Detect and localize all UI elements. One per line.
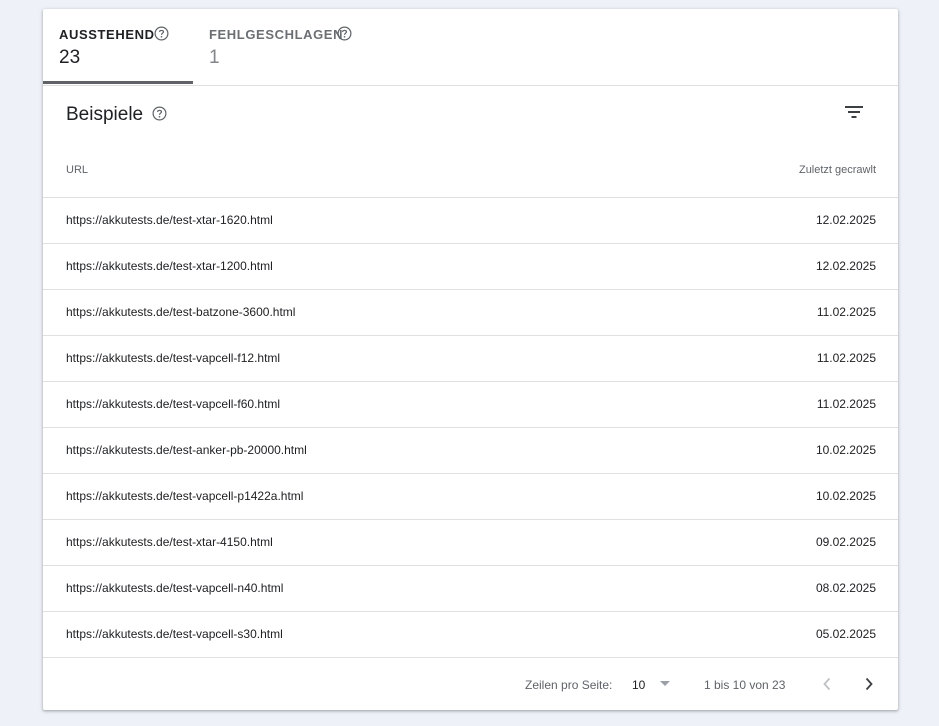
row-url: https://akkutests.de/test-batzone-3600.h… [66,305,296,319]
filter-button[interactable] [839,97,869,127]
row-date: 11.02.2025 [816,305,876,319]
table-row[interactable]: https://akkutests.de/test-vapcell-p1422a… [43,474,898,520]
row-date: 12.02.2025 [815,259,876,273]
table-row[interactable]: https://akkutests.de/test-batzone-3600.h… [43,290,898,336]
row-url: https://akkutests.de/test-vapcell-s30.ht… [66,627,283,641]
row-url: https://akkutests.de/test-xtar-1200.html [66,259,273,273]
report-card: AUSSTEHEND 23 FEHLGESCHLAGEN 1 Beispiele [43,9,898,710]
pagination: Zeilen pro Seite: 10 1 bis 10 von 23 [43,659,898,710]
row-date: 11.02.2025 [816,351,876,365]
tab-label: AUSSTEHEND [59,27,155,42]
rows-per-page-select[interactable]: 10 [627,671,673,697]
row-url: https://akkutests.de/test-xtar-1620.html [66,213,273,227]
chevron-right-icon [865,677,873,691]
row-date: 09.02.2025 [815,535,876,549]
table-row[interactable]: https://akkutests.de/test-anker-pb-20000… [43,428,898,474]
table-row[interactable]: https://akkutests.de/test-xtar-1200.html… [43,244,898,290]
row-date: 11.02.2025 [816,397,876,411]
row-url: https://akkutests.de/test-vapcell-f60.ht… [66,397,281,411]
next-page-button[interactable] [856,671,882,697]
help-icon[interactable] [337,26,352,41]
table-row[interactable]: https://akkutests.de/test-vapcell-f60.ht… [43,382,898,428]
tab-fehlgeschlagen[interactable]: FEHLGESCHLAGEN 1 [193,9,373,85]
status-tabs: AUSSTEHEND 23 FEHLGESCHLAGEN 1 [43,9,898,86]
row-url: https://akkutests.de/test-vapcell-f12.ht… [66,351,281,365]
tab-count: 23 [59,47,81,68]
table-row[interactable]: https://akkutests.de/test-xtar-4150.html… [43,520,898,566]
row-url: https://akkutests.de/test-vapcell-n40.ht… [66,581,284,595]
column-header-last-crawled[interactable]: Zuletzt gecrawlt [799,164,876,176]
page-range-text: 1 bis 10 von 23 [704,678,786,692]
row-url: https://akkutests.de/test-vapcell-p1422a… [66,489,304,503]
previous-page-button[interactable] [814,671,840,697]
section-title: Beispiele [66,104,144,125]
chevron-left-icon [823,677,831,691]
filter-icon [845,106,863,118]
table-row[interactable]: https://akkutests.de/test-xtar-1620.html… [43,198,898,244]
row-date: 10.02.2025 [815,443,876,457]
table-row[interactable]: https://akkutests.de/test-vapcell-n40.ht… [43,566,898,612]
active-tab-indicator [43,81,193,84]
row-date: 05.02.2025 [815,627,876,641]
row-date: 08.02.2025 [815,581,876,595]
table-body: https://akkutests.de/test-xtar-1620.html… [43,197,898,658]
rows-per-page-label: Zeilen pro Seite: [525,678,613,692]
row-date: 10.02.2025 [815,489,876,503]
row-url: https://akkutests.de/test-anker-pb-20000… [66,443,307,457]
row-date: 12.02.2025 [815,213,876,227]
help-icon[interactable] [152,106,167,121]
table-row[interactable]: https://akkutests.de/test-vapcell-f12.ht… [43,336,898,382]
tab-ausstehend[interactable]: AUSSTEHEND 23 [43,9,193,85]
row-url: https://akkutests.de/test-xtar-4150.html [66,535,273,549]
table-row[interactable]: https://akkutests.de/test-vapcell-s30.ht… [43,612,898,658]
tab-count: 1 [209,47,220,68]
tab-label: FEHLGESCHLAGEN [209,27,344,42]
help-icon[interactable] [154,26,169,41]
rows-per-page-value: 10 [632,678,646,692]
caret-down-icon [660,681,670,686]
column-header-url[interactable]: URL [66,164,88,176]
